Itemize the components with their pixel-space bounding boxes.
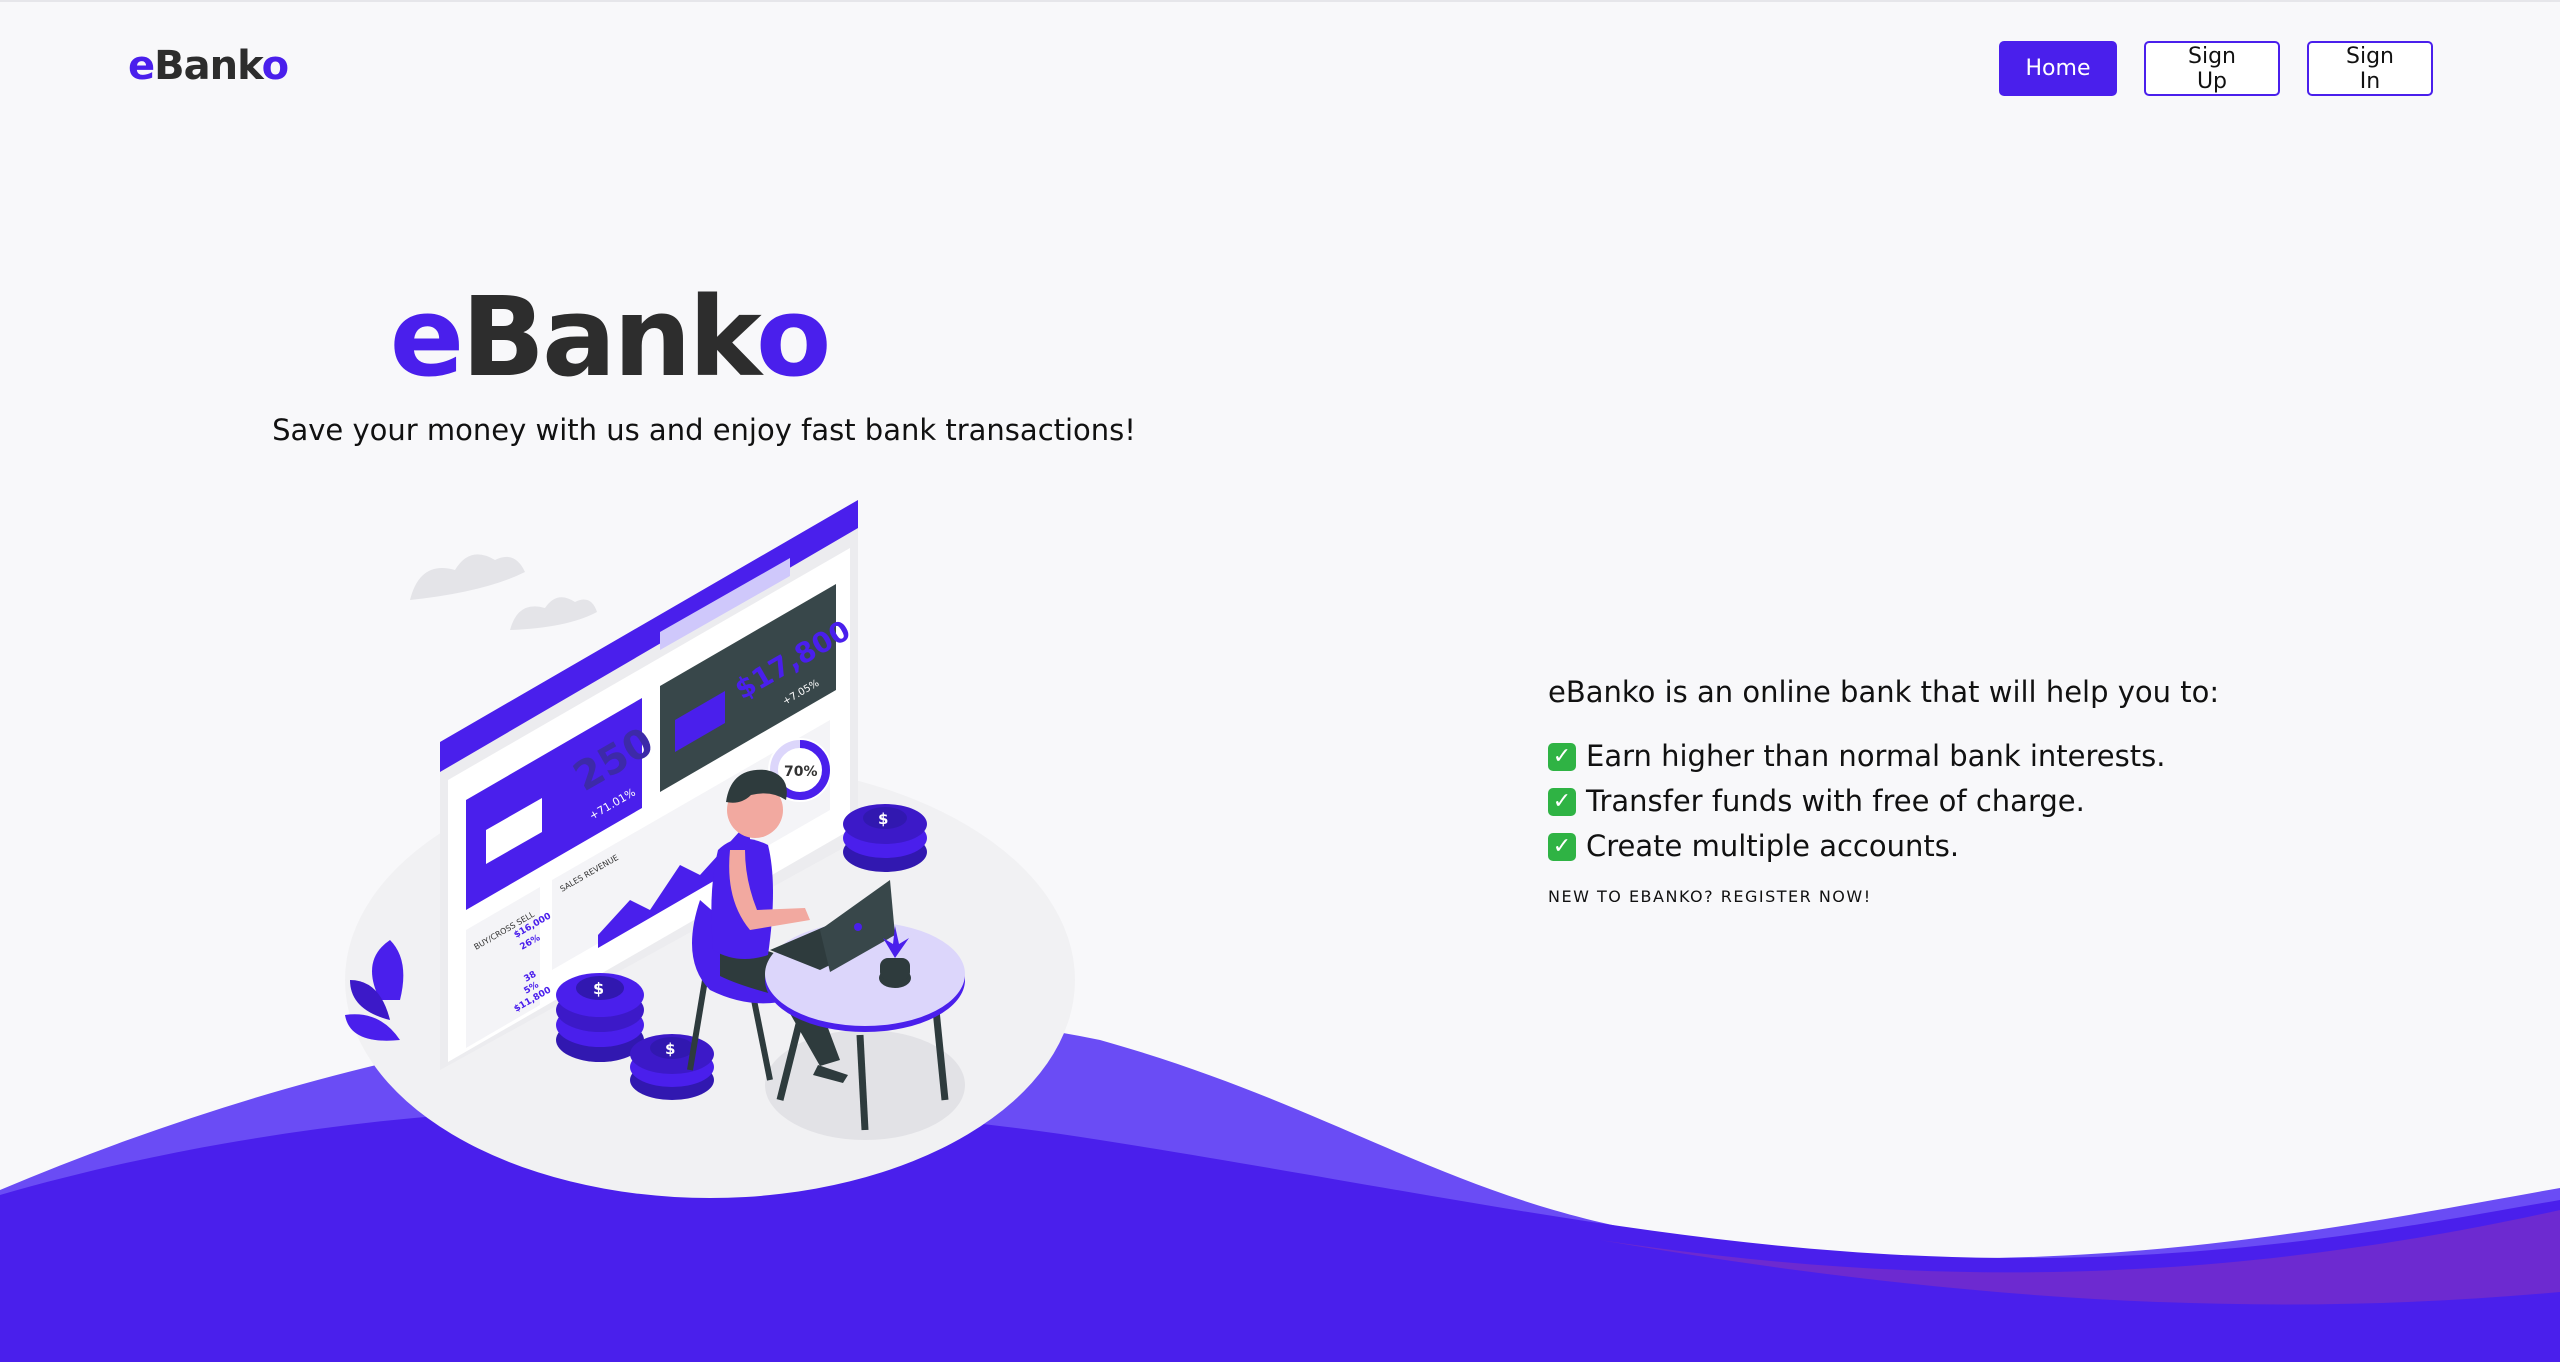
hero-title: eBanko [300, 262, 1108, 412]
coin-stack-icon: $ [556, 973, 644, 1062]
feature-item: ✓ Transfer funds with free of charge. [1548, 779, 2308, 824]
hero-title-prefix: e [389, 273, 465, 401]
banking-dashboard-illustration: 250 +71.01% $17,800 +7.05% BUY/CROSS SEL… [345, 500, 1075, 1198]
hero-subtitle: Save your money with us and enjoy fast b… [272, 413, 1136, 447]
cloud-icon [410, 554, 525, 600]
checkmark-icon: ✓ [1548, 787, 1576, 816]
coin-symbol: $ [878, 810, 888, 828]
coin-symbol: $ [593, 979, 604, 998]
coin-symbol: $ [665, 1040, 675, 1058]
feature-item: ✓ Create multiple accounts. [1548, 824, 2308, 869]
hero-brand-wordmark: eBanko [389, 262, 832, 412]
coin-stack-icon: $ [630, 1034, 714, 1100]
hero-title-suffix: o [755, 273, 832, 401]
coin-stack-icon: $ [843, 804, 927, 872]
feature-list: ✓ Earn higher than normal bank interests… [1548, 734, 2308, 869]
feature-item: ✓ Earn higher than normal bank interests… [1548, 734, 2308, 779]
feature-text: Create multiple accounts. [1586, 829, 1960, 863]
register-link[interactable]: NEW TO EBANKO? REGISTER NOW! [1548, 887, 1872, 906]
checkmark-icon: ✓ [1548, 832, 1576, 861]
info-section: eBanko is an online bank that will help … [1548, 672, 2308, 906]
hero-title-middle: Bank [461, 273, 759, 401]
feature-text: Transfer funds with free of charge. [1586, 784, 2085, 818]
checkmark-icon: ✓ [1548, 742, 1576, 771]
cloud-icon [510, 597, 597, 630]
progress-label: 70% [784, 764, 818, 780]
feature-text: Earn higher than normal bank interests. [1586, 739, 2166, 773]
info-lead: eBanko is an online bank that will help … [1548, 675, 2220, 709]
